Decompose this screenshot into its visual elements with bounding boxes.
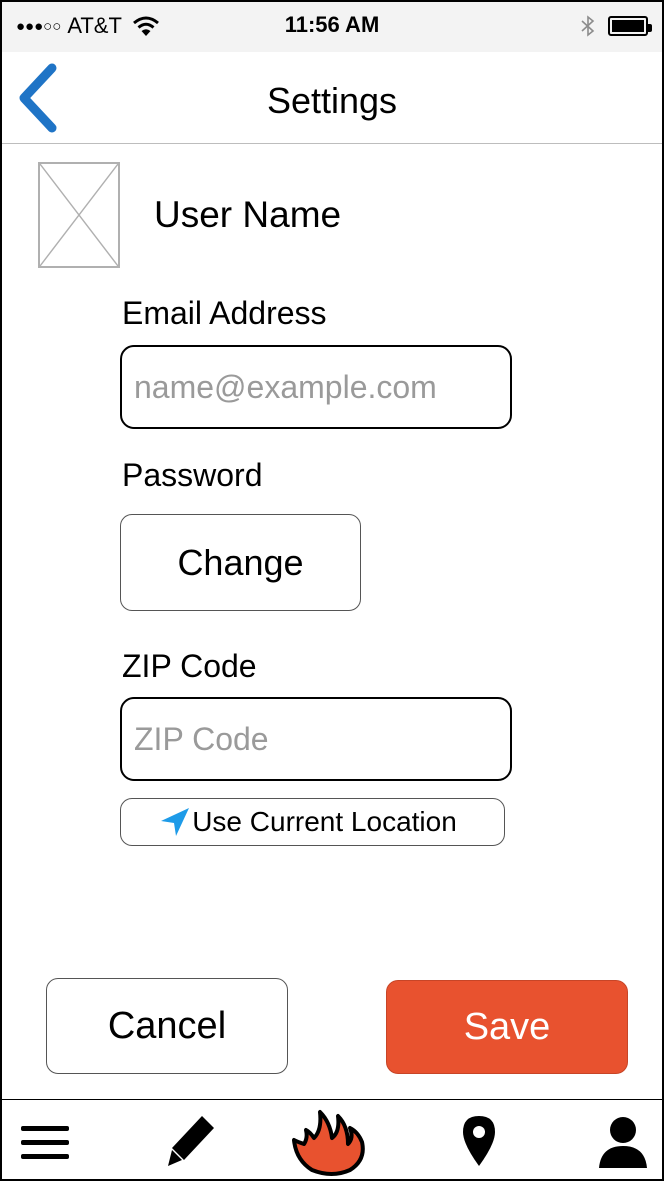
cancel-button-label: Cancel <box>107 1004 227 1047</box>
flame-icon <box>292 1110 365 1176</box>
avatar-placeholder-image <box>38 162 120 268</box>
save-button[interactable]: Save <box>386 980 628 1074</box>
tab-profile[interactable] <box>588 1100 658 1179</box>
use-current-location-button[interactable]: Use Current Location <box>120 798 505 846</box>
user-name: User Name <box>154 194 342 235</box>
status-bar: ●●●○○ AT&T 11:56 AM <box>2 2 662 52</box>
save-button-label: Save <box>463 1005 551 1048</box>
menu-icon <box>21 1126 69 1159</box>
tab-menu[interactable] <box>10 1100 80 1179</box>
phone-screen: ●●●○○ AT&T 11:56 AM Settings User Name E… <box>0 0 664 1181</box>
pencil-icon <box>168 1116 214 1166</box>
bluetooth-icon <box>581 15 595 37</box>
status-right <box>580 14 652 38</box>
email-label: Email Address <box>122 295 327 331</box>
location-pin-icon <box>463 1116 495 1166</box>
status-time: 11:56 AM <box>284 12 380 37</box>
page-title: Settings <box>266 80 398 121</box>
navigation-bar: Settings <box>2 52 662 144</box>
zip-code-field[interactable] <box>120 697 512 781</box>
change-button-label: Change <box>177 541 304 583</box>
email-field[interactable] <box>120 345 512 429</box>
tab-bar <box>2 1099 662 1179</box>
person-icon <box>599 1117 647 1168</box>
password-label: Password <box>122 457 263 493</box>
tab-location[interactable] <box>444 1100 514 1179</box>
cancel-button[interactable]: Cancel <box>46 978 288 1074</box>
tab-hot[interactable] <box>284 1100 380 1179</box>
location-arrow-icon <box>161 808 190 836</box>
battery-icon <box>608 16 652 36</box>
change-password-button[interactable]: Change <box>120 514 361 611</box>
zip-label: ZIP Code <box>122 648 257 684</box>
tab-edit[interactable] <box>157 1100 227 1179</box>
use-current-location-label: Use Current Location <box>192 806 457 837</box>
